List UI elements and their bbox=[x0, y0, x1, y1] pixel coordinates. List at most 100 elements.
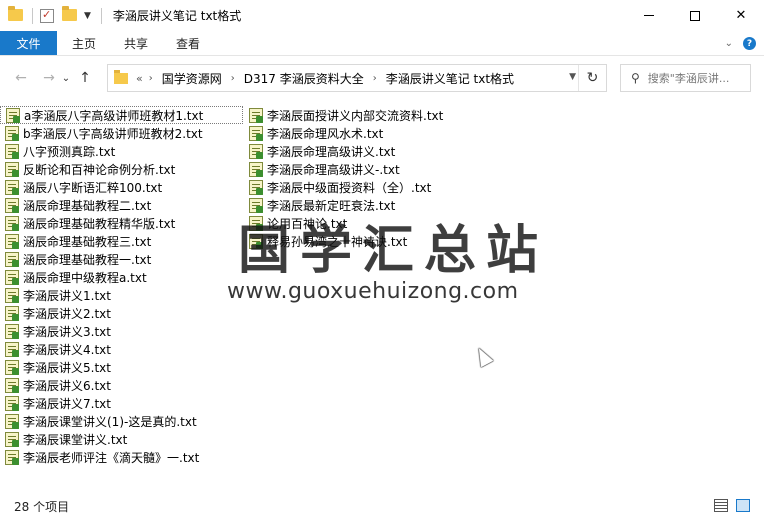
list-item[interactable]: 李涵辰讲义6.txt bbox=[0, 376, 243, 394]
text-file-icon bbox=[5, 323, 19, 339]
view-switcher bbox=[714, 499, 750, 512]
text-file-icon bbox=[5, 377, 19, 393]
breadcrumb-item[interactable]: 国学资源网 bbox=[162, 70, 222, 87]
refresh-icon: ↻ bbox=[586, 70, 599, 86]
list-item[interactable]: 李涵辰命理高级讲义.txt bbox=[244, 142, 487, 160]
list-item[interactable]: 李涵辰讲义5.txt bbox=[0, 358, 243, 376]
breadcrumb-chevron-icon[interactable]: › bbox=[373, 73, 377, 84]
large-icons-view-icon[interactable] bbox=[736, 499, 750, 512]
tab-file[interactable]: 文件 bbox=[0, 31, 57, 55]
list-item[interactable]: 涵辰命理中级教程a.txt bbox=[0, 268, 243, 286]
text-file-icon bbox=[5, 305, 19, 321]
list-item[interactable]: 李涵辰中级面授资料（全）.txt bbox=[244, 178, 487, 196]
list-item[interactable]: 李涵辰讲义3.txt bbox=[0, 322, 243, 340]
up-button[interactable]: ↑ bbox=[74, 67, 96, 89]
search-placeholder: 搜索"李涵辰讲... bbox=[647, 72, 730, 85]
window-controls: ✕ bbox=[626, 0, 764, 31]
list-item[interactable]: 李涵辰讲义4.txt bbox=[0, 340, 243, 358]
breadcrumb-chevron-icon[interactable]: › bbox=[231, 73, 235, 84]
ribbon-tabs: 文件 主页 共享 查看 ⌄ ? bbox=[0, 31, 764, 56]
forward-arrow-icon: → bbox=[43, 70, 55, 86]
text-file-icon bbox=[249, 161, 263, 177]
watermark-title: 国学汇总站 bbox=[238, 221, 549, 281]
folder-icon bbox=[114, 69, 128, 84]
new-folder-icon[interactable] bbox=[62, 5, 78, 23]
close-icon: ✕ bbox=[735, 8, 747, 23]
list-item[interactable]: 李涵辰命理高级讲义-.txt bbox=[244, 160, 487, 178]
list-item[interactable]: 涵辰命理基础教程二.txt bbox=[0, 196, 243, 214]
toolbar-divider bbox=[100, 7, 102, 24]
text-file-icon bbox=[249, 125, 263, 141]
tab-home[interactable]: 主页 bbox=[59, 31, 109, 55]
back-button[interactable]: ← bbox=[10, 67, 32, 89]
chevron-down-icon: ⌄ bbox=[61, 72, 71, 84]
item-count: 28 个项目 bbox=[14, 499, 70, 514]
customize-toolbar-dropdown-icon[interactable]: ▼ bbox=[84, 11, 91, 21]
text-file-icon bbox=[249, 143, 263, 159]
tab-share[interactable]: 共享 bbox=[111, 31, 161, 55]
address-bar[interactable]: « › 国学资源网 › D317 李涵辰资料大全 › 李涵辰讲义笔记 txt格式… bbox=[107, 64, 607, 92]
folder-icon[interactable] bbox=[8, 5, 24, 23]
text-file-icon bbox=[5, 413, 19, 429]
list-item[interactable]: 李涵辰讲义1.txt bbox=[0, 286, 243, 304]
list-item[interactable]: 涵辰命理基础教程三.txt bbox=[0, 232, 243, 250]
breadcrumb-overflow-icon[interactable]: « bbox=[136, 72, 143, 85]
list-item[interactable]: b李涵辰八字高级讲师班教材2.txt bbox=[0, 124, 243, 142]
details-view-icon[interactable] bbox=[714, 499, 728, 512]
refresh-button[interactable]: ↻ bbox=[578, 65, 606, 91]
tab-view[interactable]: 查看 bbox=[163, 31, 213, 55]
text-file-icon bbox=[5, 143, 19, 159]
text-file-icon bbox=[5, 215, 19, 231]
text-file-icon bbox=[5, 395, 19, 411]
properties-icon[interactable] bbox=[40, 8, 56, 23]
list-item[interactable]: a李涵辰八字高级讲师班教材1.txt bbox=[0, 106, 243, 124]
search-icon: ⚲ bbox=[631, 71, 640, 85]
text-file-icon bbox=[6, 107, 20, 123]
list-item[interactable]: 涵辰八字断语汇粹100.txt bbox=[0, 178, 243, 196]
up-arrow-icon: ↑ bbox=[79, 70, 91, 86]
text-file-icon bbox=[5, 125, 19, 141]
text-file-icon bbox=[5, 431, 19, 447]
list-item[interactable]: 李涵辰老师评注《滴天髓》一.txt bbox=[0, 448, 243, 466]
list-item[interactable]: 反断论和百神论命例分析.txt bbox=[0, 160, 243, 178]
search-box[interactable]: ⚲ 搜索"李涵辰讲... bbox=[620, 64, 751, 92]
minimize-icon bbox=[644, 15, 654, 16]
list-item[interactable]: 涵辰命理基础教程精华版.txt bbox=[0, 214, 243, 232]
text-file-icon bbox=[5, 251, 19, 267]
file-column-1: a李涵辰八字高级讲师班教材1.txt b李涵辰八字高级讲师班教材2.txt 八字… bbox=[0, 106, 243, 466]
minimize-button[interactable] bbox=[626, 0, 672, 31]
address-history-dropdown-icon[interactable]: ▼ bbox=[569, 72, 576, 82]
text-file-icon bbox=[5, 269, 19, 285]
text-file-icon bbox=[5, 161, 19, 177]
breadcrumb-item[interactable]: D317 李涵辰资料大全 bbox=[244, 70, 364, 87]
list-item[interactable]: 李涵辰命理风水术.txt bbox=[244, 124, 487, 142]
text-file-icon bbox=[249, 179, 263, 195]
title-bar: ▼ 李涵辰讲义笔记 txt格式 ✕ bbox=[0, 0, 764, 31]
list-item[interactable]: 李涵辰讲义7.txt bbox=[0, 394, 243, 412]
maximize-icon bbox=[690, 10, 700, 21]
breadcrumb-chevron-icon[interactable]: › bbox=[149, 73, 153, 84]
text-file-icon bbox=[5, 287, 19, 303]
recent-locations-button[interactable]: ⌄ bbox=[60, 67, 72, 89]
text-file-icon bbox=[5, 341, 19, 357]
back-arrow-icon: ← bbox=[15, 70, 27, 86]
help-icon[interactable]: ? bbox=[743, 37, 756, 50]
list-item[interactable]: 八字预测真踪.txt bbox=[0, 142, 243, 160]
close-button[interactable]: ✕ bbox=[718, 0, 764, 31]
text-file-icon bbox=[249, 107, 263, 123]
list-item[interactable]: 李涵辰课堂讲义(1)-这是真的.txt bbox=[0, 412, 243, 430]
text-file-icon bbox=[5, 233, 19, 249]
list-item[interactable]: 李涵辰讲义2.txt bbox=[0, 304, 243, 322]
list-item[interactable]: 李涵辰课堂讲义.txt bbox=[0, 430, 243, 448]
expand-ribbon-icon[interactable]: ⌄ bbox=[725, 38, 733, 49]
navigation-bar: ← → ⌄ ↑ « › 国学资源网 › D317 李涵辰资料大全 › 李涵辰讲义… bbox=[0, 57, 764, 99]
forward-button[interactable]: → bbox=[38, 67, 60, 89]
maximize-button[interactable] bbox=[672, 0, 718, 31]
list-item[interactable]: 李涵辰面授讲义内部交流资料.txt bbox=[244, 106, 487, 124]
text-file-icon bbox=[5, 179, 19, 195]
list-item[interactable]: 涵辰命理基础教程一.txt bbox=[0, 250, 243, 268]
breadcrumb-item-current[interactable]: 李涵辰讲义笔记 txt格式 bbox=[386, 70, 514, 87]
text-file-icon bbox=[5, 449, 19, 465]
ribbon-right-controls: ⌄ ? bbox=[725, 37, 756, 50]
text-file-icon bbox=[5, 197, 19, 213]
